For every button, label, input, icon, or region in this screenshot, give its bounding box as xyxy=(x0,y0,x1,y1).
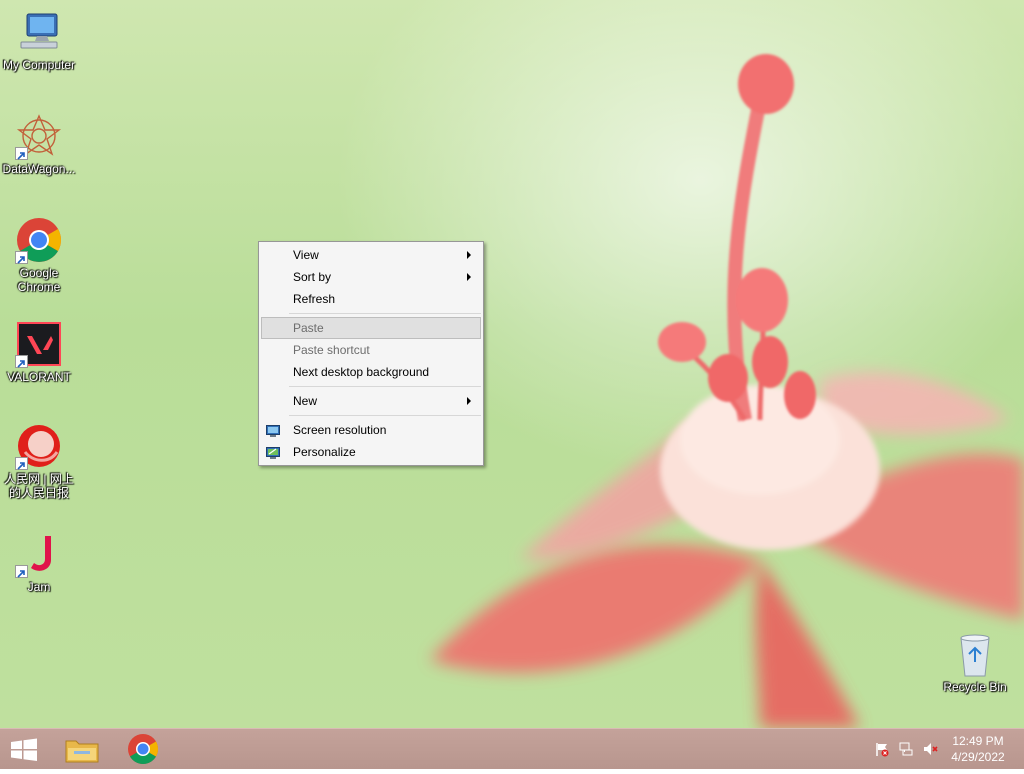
menu-item-label: Next desktop background xyxy=(293,365,430,379)
menu-item-label: Screen resolution xyxy=(293,423,387,437)
desktop-icon-label: VALORANT xyxy=(7,370,71,384)
monitor-icon xyxy=(266,423,280,437)
valorant-icon xyxy=(15,320,63,368)
menu-separator xyxy=(289,313,481,314)
menu-item-label: Paste xyxy=(293,321,324,335)
wallpaper-flower xyxy=(430,54,1024,728)
desktop-icon-jam[interactable]: Jam xyxy=(0,530,78,594)
desktop-icon-datawagon[interactable]: DataWagon... xyxy=(0,112,78,176)
menu-separator xyxy=(289,415,481,416)
clock-time: 12:49 PM xyxy=(952,734,1004,748)
menu-item-new[interactable]: New xyxy=(259,390,483,412)
shortcut-arrow-icon xyxy=(15,147,28,160)
taskbar-chrome[interactable] xyxy=(115,729,171,769)
menu-item-paste-shortcut[interactable]: Paste shortcut xyxy=(259,339,483,361)
taskbar-clock[interactable]: 12:49 PM 4/29/2022 xyxy=(946,733,1010,765)
taskbar: 12:49 PM 4/29/2022 xyxy=(0,728,1024,769)
shortcut-arrow-icon xyxy=(15,251,28,264)
menu-item-next-desktop-background[interactable]: Next desktop background xyxy=(259,361,483,383)
volume-muted-icon[interactable] xyxy=(922,741,938,757)
network-icon[interactable] xyxy=(898,741,914,757)
desktop-icon-recycle-bin[interactable]: Recycle Bin xyxy=(936,630,1014,694)
desktop-icon-my-computer[interactable]: My Computer xyxy=(0,8,78,72)
menu-item-paste[interactable]: Paste xyxy=(261,317,481,339)
menu-item-label: Paste shortcut xyxy=(293,343,370,357)
menu-item-label: Refresh xyxy=(293,292,336,306)
computer-icon xyxy=(15,8,63,56)
chrome-icon xyxy=(15,216,63,264)
desktop-icon-label: Recycle Bin xyxy=(943,680,1007,694)
desktop-icon-google-chrome[interactable]: Google Chrome xyxy=(0,216,78,294)
desktop-icon-valorant[interactable]: VALORANT xyxy=(0,320,78,384)
desktop-icon-label: Jam xyxy=(27,580,51,594)
people-daily-icon xyxy=(15,422,63,470)
desktop[interactable]: My Computer DataWagon... Google Chrome V… xyxy=(0,0,1024,728)
datawagon-icon xyxy=(15,112,63,160)
menu-item-label: View xyxy=(293,248,319,262)
clock-date: 4/29/2022 xyxy=(951,750,1005,764)
submenu-arrow-icon xyxy=(467,273,471,281)
menu-item-personalize[interactable]: Personalize xyxy=(259,441,483,463)
desktop-icon-label: My Computer xyxy=(2,58,76,72)
desktop-icon-label: Google Chrome xyxy=(17,266,61,294)
shortcut-arrow-icon xyxy=(15,565,28,578)
windows-logo-icon xyxy=(11,738,37,761)
action-center-flag-icon[interactable] xyxy=(874,741,890,757)
submenu-arrow-icon xyxy=(467,251,471,259)
desktop-icon-label: 人民网 | 网上的人民日报 xyxy=(4,472,74,500)
folder-icon xyxy=(65,740,99,763)
menu-item-refresh[interactable]: Refresh xyxy=(259,288,483,310)
taskbar-file-explorer[interactable] xyxy=(54,729,110,769)
menu-item-label: New xyxy=(293,394,318,408)
jam-icon xyxy=(15,530,63,578)
shortcut-arrow-icon xyxy=(15,457,28,470)
menu-item-sort-by[interactable]: Sort by xyxy=(259,266,483,288)
menu-item-view[interactable]: View xyxy=(259,244,483,266)
shortcut-arrow-icon xyxy=(15,355,28,368)
desktop-icon-people-daily[interactable]: 人民网 | 网上的人民日报 xyxy=(0,422,78,500)
menu-item-label: Personalize xyxy=(293,445,356,459)
menu-item-screen-resolution[interactable]: Screen resolution xyxy=(259,419,483,441)
personalize-icon xyxy=(266,445,280,459)
start-button[interactable] xyxy=(0,729,56,769)
submenu-arrow-icon xyxy=(467,397,471,405)
chrome-icon xyxy=(128,734,159,765)
desktop-icon-label: DataWagon... xyxy=(2,162,76,176)
desktop-context-menu: View Sort by Refresh Paste Paste shortcu… xyxy=(258,241,484,466)
menu-item-label: Sort by xyxy=(293,270,332,284)
menu-separator xyxy=(289,386,481,387)
recycle-bin-icon xyxy=(951,630,999,678)
